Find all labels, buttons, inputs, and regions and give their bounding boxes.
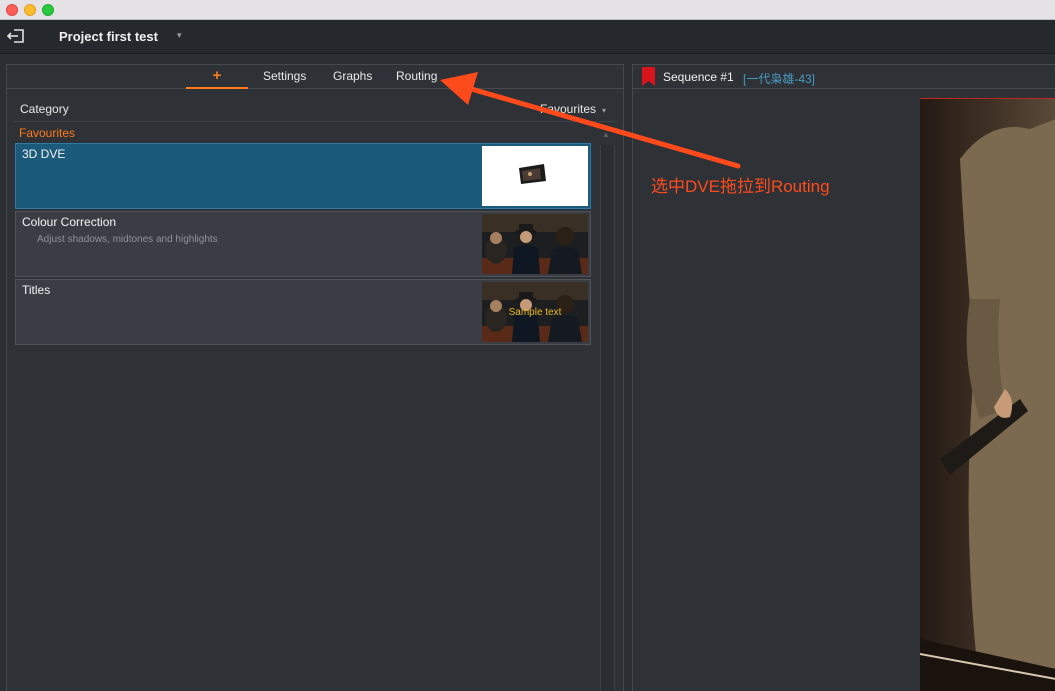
- sequence-header: Sequence #1 [一代枭雄-43]: [633, 65, 1055, 89]
- effects-scrollbar[interactable]: [600, 145, 615, 691]
- tab-graphs[interactable]: Graphs: [333, 69, 372, 83]
- effect-item-3d-dve[interactable]: 3D DVE: [15, 143, 591, 209]
- section-header-favourites: Favourites: [19, 126, 76, 140]
- video-viewer[interactable]: [920, 98, 1055, 691]
- app-toolbar: Project first test ▾: [0, 20, 1055, 54]
- effects-panel: + Settings Graphs Routing Category Favou…: [6, 64, 624, 691]
- tab-settings[interactable]: Settings: [263, 69, 306, 83]
- category-label: Category: [20, 102, 69, 116]
- effect-item-title: Colour Correction: [22, 215, 117, 229]
- effect-item-title: Titles: [22, 283, 51, 297]
- scroll-up-icon[interactable]: ▲: [602, 130, 610, 139]
- minimize-window-button[interactable]: [24, 4, 36, 16]
- chevron-down-icon: ▾: [602, 106, 607, 115]
- exit-project-icon[interactable]: [6, 28, 26, 44]
- effect-item-titles[interactable]: Titles Sample text: [15, 279, 591, 345]
- sequence-panel: Sequence #1 [一代枭雄-43]: [632, 64, 1055, 691]
- effect-thumbnail-colour-correction: [482, 214, 588, 274]
- tab-add[interactable]: +: [186, 65, 248, 89]
- sequence-title: Sequence #1: [663, 70, 734, 84]
- project-menu-chevron-down-icon[interactable]: ▾: [177, 30, 182, 41]
- effects-tabs: + Settings Graphs Routing: [7, 65, 623, 89]
- divider: [13, 121, 617, 122]
- effect-thumbnail-3d-dve: [482, 146, 588, 206]
- zoom-window-button[interactable]: [42, 4, 54, 16]
- effect-item-title: 3D DVE: [22, 147, 66, 161]
- category-select[interactable]: Favourites ▾: [540, 102, 606, 116]
- effect-item-description: Adjust shadows, midtones and highlights: [37, 234, 218, 245]
- effect-item-colour-correction[interactable]: Colour Correction Adjust shadows, midton…: [15, 211, 591, 277]
- close-window-button[interactable]: [6, 4, 18, 16]
- annotation-text: 选中DVE拖拉到Routing: [651, 177, 830, 196]
- window-titlebar: [0, 0, 1055, 20]
- bookmark-icon[interactable]: [642, 67, 655, 86]
- tab-routing[interactable]: Routing: [396, 69, 437, 83]
- project-title[interactable]: Project first test: [59, 29, 158, 44]
- thumbnail-sample-text: Sample text: [509, 307, 562, 318]
- sequence-subtitle[interactable]: [一代枭雄-43]: [743, 70, 815, 87]
- effect-thumbnail-titles: Sample text: [482, 282, 588, 342]
- category-select-value: Favourites: [540, 102, 597, 116]
